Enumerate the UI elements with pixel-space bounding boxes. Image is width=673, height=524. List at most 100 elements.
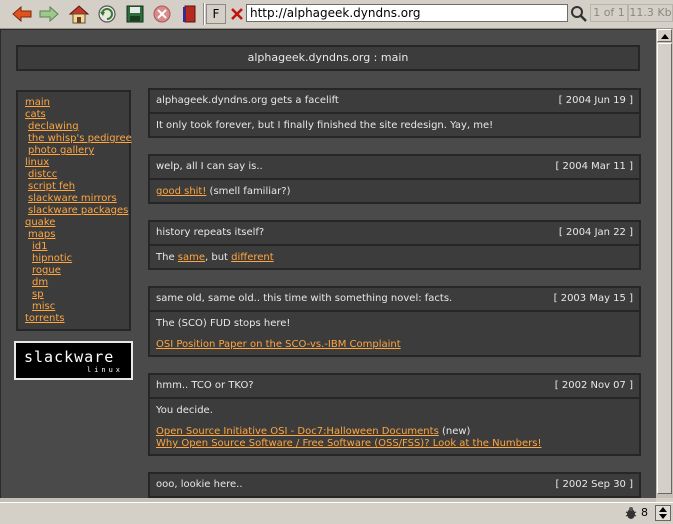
bookmarks-book-icon	[183, 5, 196, 23]
nav-link-linux[interactable]: linux	[23, 157, 129, 169]
scrollbar-thumb[interactable]	[657, 43, 672, 494]
news-post: welp, all I can say is.. [ 2004 Mar 11 ] g…	[148, 154, 641, 204]
post-line: You decide.	[156, 405, 633, 417]
post-line: The (SCO) FUD stops here!	[156, 318, 633, 330]
nav-link-hipnotic[interactable]: hipnotic	[23, 253, 129, 265]
home-button[interactable]	[68, 3, 90, 25]
reload-button[interactable]	[96, 3, 118, 25]
post-text: The (SCO) FUD stops here!	[156, 318, 291, 329]
search-button[interactable]	[569, 3, 589, 25]
nav-link-maps[interactable]: maps	[23, 229, 129, 241]
post-body: It only took forever, but I finally fini…	[148, 114, 641, 138]
forward-arrow-icon	[39, 5, 59, 23]
expand-arrows-icon	[659, 507, 667, 519]
post-title: history repeats itself?	[156, 227, 265, 238]
news-post: alphageek.dyndns.org gets a facelift [ 20…	[148, 88, 641, 138]
post-line: Why Open Source Software / Free Software…	[156, 438, 633, 450]
find-button[interactable]: F	[206, 4, 226, 24]
status-toggle-button[interactable]	[655, 505, 671, 521]
nav-link-declawing[interactable]: declawing	[23, 121, 129, 133]
post-header: welp, all I can say is.. [ 2004 Mar 11 ]	[148, 154, 641, 180]
post-line: The same, but different	[156, 252, 633, 264]
browser-toolbar: F http://alphageek.dyndns.org 1 of 1 11.…	[0, 0, 673, 29]
stop-button[interactable]	[151, 3, 173, 25]
bug-status-icon	[625, 507, 637, 519]
search-magnifier-icon	[571, 6, 587, 22]
site-header: alphageek.dyndns.org : main	[16, 45, 640, 71]
post-title: ooo, lookie here..	[156, 479, 243, 490]
nav-link-cats[interactable]: cats	[23, 109, 129, 121]
nav-link-sp[interactable]: sp	[23, 289, 129, 301]
post-line: It only took forever, but I finally fini…	[156, 120, 633, 132]
status-count: 8	[641, 506, 648, 519]
nav-link-slackware-mirrors[interactable]: slackware mirrors	[23, 193, 129, 205]
save-button[interactable]	[124, 3, 146, 25]
news-post: history repeats itself? [ 2004 Jan 22 ] Th…	[148, 220, 641, 270]
vertical-scrollbar[interactable]	[656, 29, 673, 498]
post-line: Open Source Initiative OSI - Doc7:Hallow…	[156, 426, 633, 438]
post-title: same old, same old.. this time with some…	[156, 293, 453, 304]
status-bar: 8	[0, 502, 673, 524]
post-text: (smell familiar?)	[206, 186, 291, 197]
reload-icon	[98, 5, 116, 23]
find-label: F	[212, 7, 220, 21]
slackware-logo-subtext: linux	[86, 366, 123, 374]
post-text: The	[156, 252, 178, 263]
news-post: same old, same old.. this time with some…	[148, 286, 641, 357]
post-title: alphageek.dyndns.org gets a facelift	[156, 95, 339, 106]
scroll-up-button[interactable]	[657, 29, 672, 42]
post-date: [ 2004 Mar 11 ]	[555, 161, 633, 172]
clear-url-button[interactable]	[226, 3, 248, 25]
url-input[interactable]: http://alphageek.dyndns.org	[246, 4, 568, 22]
arrow-up-icon	[660, 33, 669, 39]
post-text: You decide.	[156, 405, 213, 416]
post-link[interactable]: OSI Position Paper on the SCO-vs.-IBM Co…	[156, 339, 401, 350]
sidebar-nav: main cats declawing the whisp's pedigree pho…	[16, 90, 132, 331]
post-title: hmm.. TCO or TKO?	[156, 380, 254, 391]
forward-button[interactable]	[38, 3, 60, 25]
page-size: 11.3 Kb	[628, 4, 673, 22]
post-link[interactable]: Why Open Source Software / Free Software…	[156, 438, 542, 449]
post-date: [ 2002 Sep 30 ]	[555, 479, 633, 490]
slackware-logo-text: slackware	[24, 348, 115, 366]
web-content-area: alphageek.dyndns.org : main main cats decl…	[0, 29, 656, 498]
post-text: It only took forever, but I finally fini…	[156, 120, 494, 131]
post-header: history repeats itself? [ 2004 Jan 22 ]	[148, 220, 641, 246]
post-link[interactable]: good shit!	[156, 186, 206, 197]
nav-link-torrents[interactable]: torrents	[23, 313, 129, 325]
nav-link-the-whisp-s-pedigree[interactable]: the whisp's pedigree	[23, 133, 132, 145]
nav-link-quake[interactable]: quake	[23, 217, 129, 229]
nav-link-misc[interactable]: misc	[23, 301, 129, 313]
back-button[interactable]	[11, 3, 33, 25]
nav-link-distcc[interactable]: distcc	[23, 169, 129, 181]
clear-x-icon	[231, 8, 243, 20]
post-body: good shit! (smell familiar?)	[148, 180, 641, 204]
post-line: OSI Position Paper on the SCO-vs.-IBM Co…	[156, 339, 633, 351]
toolbar-separator	[203, 3, 205, 25]
post-date: [ 2004 Jan 22 ]	[558, 227, 633, 238]
nav-link-dm[interactable]: dm	[23, 277, 129, 289]
nav-link-id1[interactable]: id1	[23, 241, 129, 253]
post-header: ooo, lookie here.. [ 2002 Sep 30 ]	[148, 472, 641, 498]
slackware-logo[interactable]: slackware linux	[14, 341, 133, 380]
post-header: hmm.. TCO or TKO? [ 2002 Nov 07 ]	[148, 373, 641, 399]
bookmarks-button[interactable]	[179, 3, 201, 25]
post-link[interactable]: different	[231, 252, 273, 263]
nav-link-photo-gallery[interactable]: photo gallery	[23, 145, 129, 157]
nav-link-rogue[interactable]: rogue	[23, 265, 129, 277]
post-line: good shit! (smell familiar?)	[156, 186, 633, 198]
post-link[interactable]: same	[178, 252, 205, 263]
post-header: alphageek.dyndns.org gets a facelift [ 20…	[148, 88, 641, 114]
news-post: hmm.. TCO or TKO? [ 2002 Nov 07 ] You deci…	[148, 373, 641, 456]
post-title: welp, all I can say is..	[156, 161, 263, 172]
home-icon	[68, 5, 90, 24]
post-link[interactable]: Open Source Initiative OSI - Doc7:Hallow…	[156, 426, 439, 437]
post-text: , but	[205, 252, 232, 263]
nav-link-slackware-packages[interactable]: slackware packages	[23, 205, 129, 217]
post-header: same old, same old.. this time with some…	[148, 286, 641, 312]
nav-link-main[interactable]: main	[23, 97, 129, 109]
nav-link-script-feh[interactable]: script feh	[23, 181, 129, 193]
post-body: The (SCO) FUD stops here! OSI Position Pa…	[148, 312, 641, 357]
